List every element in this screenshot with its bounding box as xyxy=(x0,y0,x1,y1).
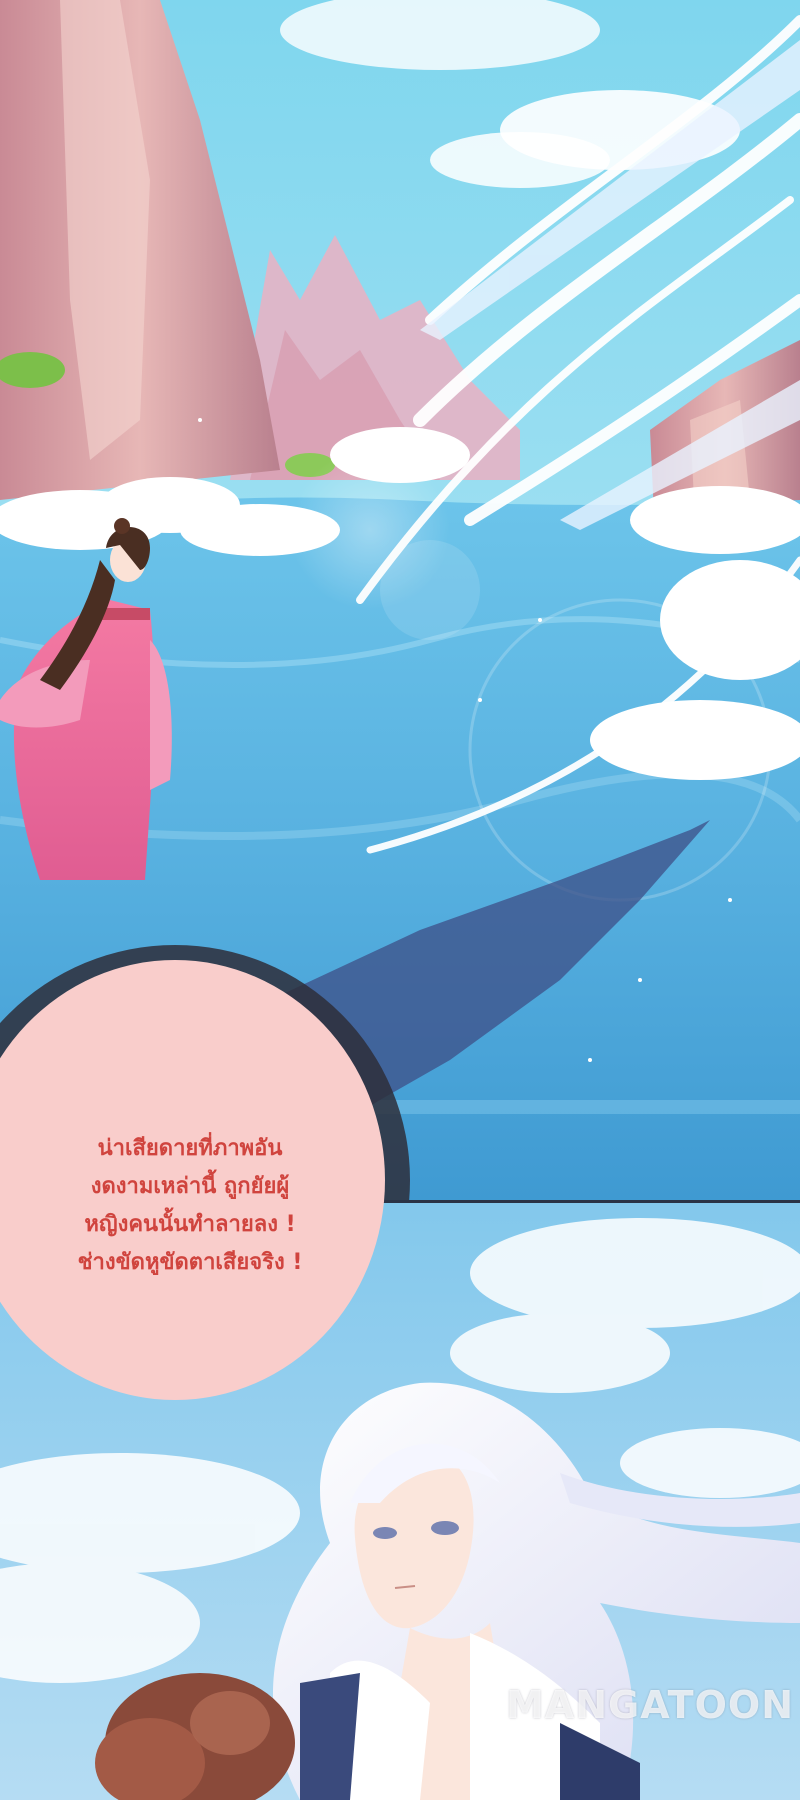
speech-bubble-text: น่าเสียดายที่ภาพอัน งดงามเหล่านี้ ถูกยัย… xyxy=(0,1130,380,1282)
comic-page: น่าเสียดายที่ภาพอัน งดงามเหล่านี้ ถูกยัย… xyxy=(0,0,800,1800)
watermark-logo: MANGATOON xyxy=(505,1683,794,1727)
bubble-line-2: งดงามเหล่านี้ ถูกยัยผู้ xyxy=(90,1174,290,1199)
bubble-line-3: หญิงคนนั้นทำลายลง ! xyxy=(84,1212,296,1237)
bubble-line-1: น่าเสียดายที่ภาพอัน xyxy=(97,1136,283,1161)
bubble-line-4: ช่างขัดหูขัดตาเสียจริง ! xyxy=(77,1250,303,1275)
